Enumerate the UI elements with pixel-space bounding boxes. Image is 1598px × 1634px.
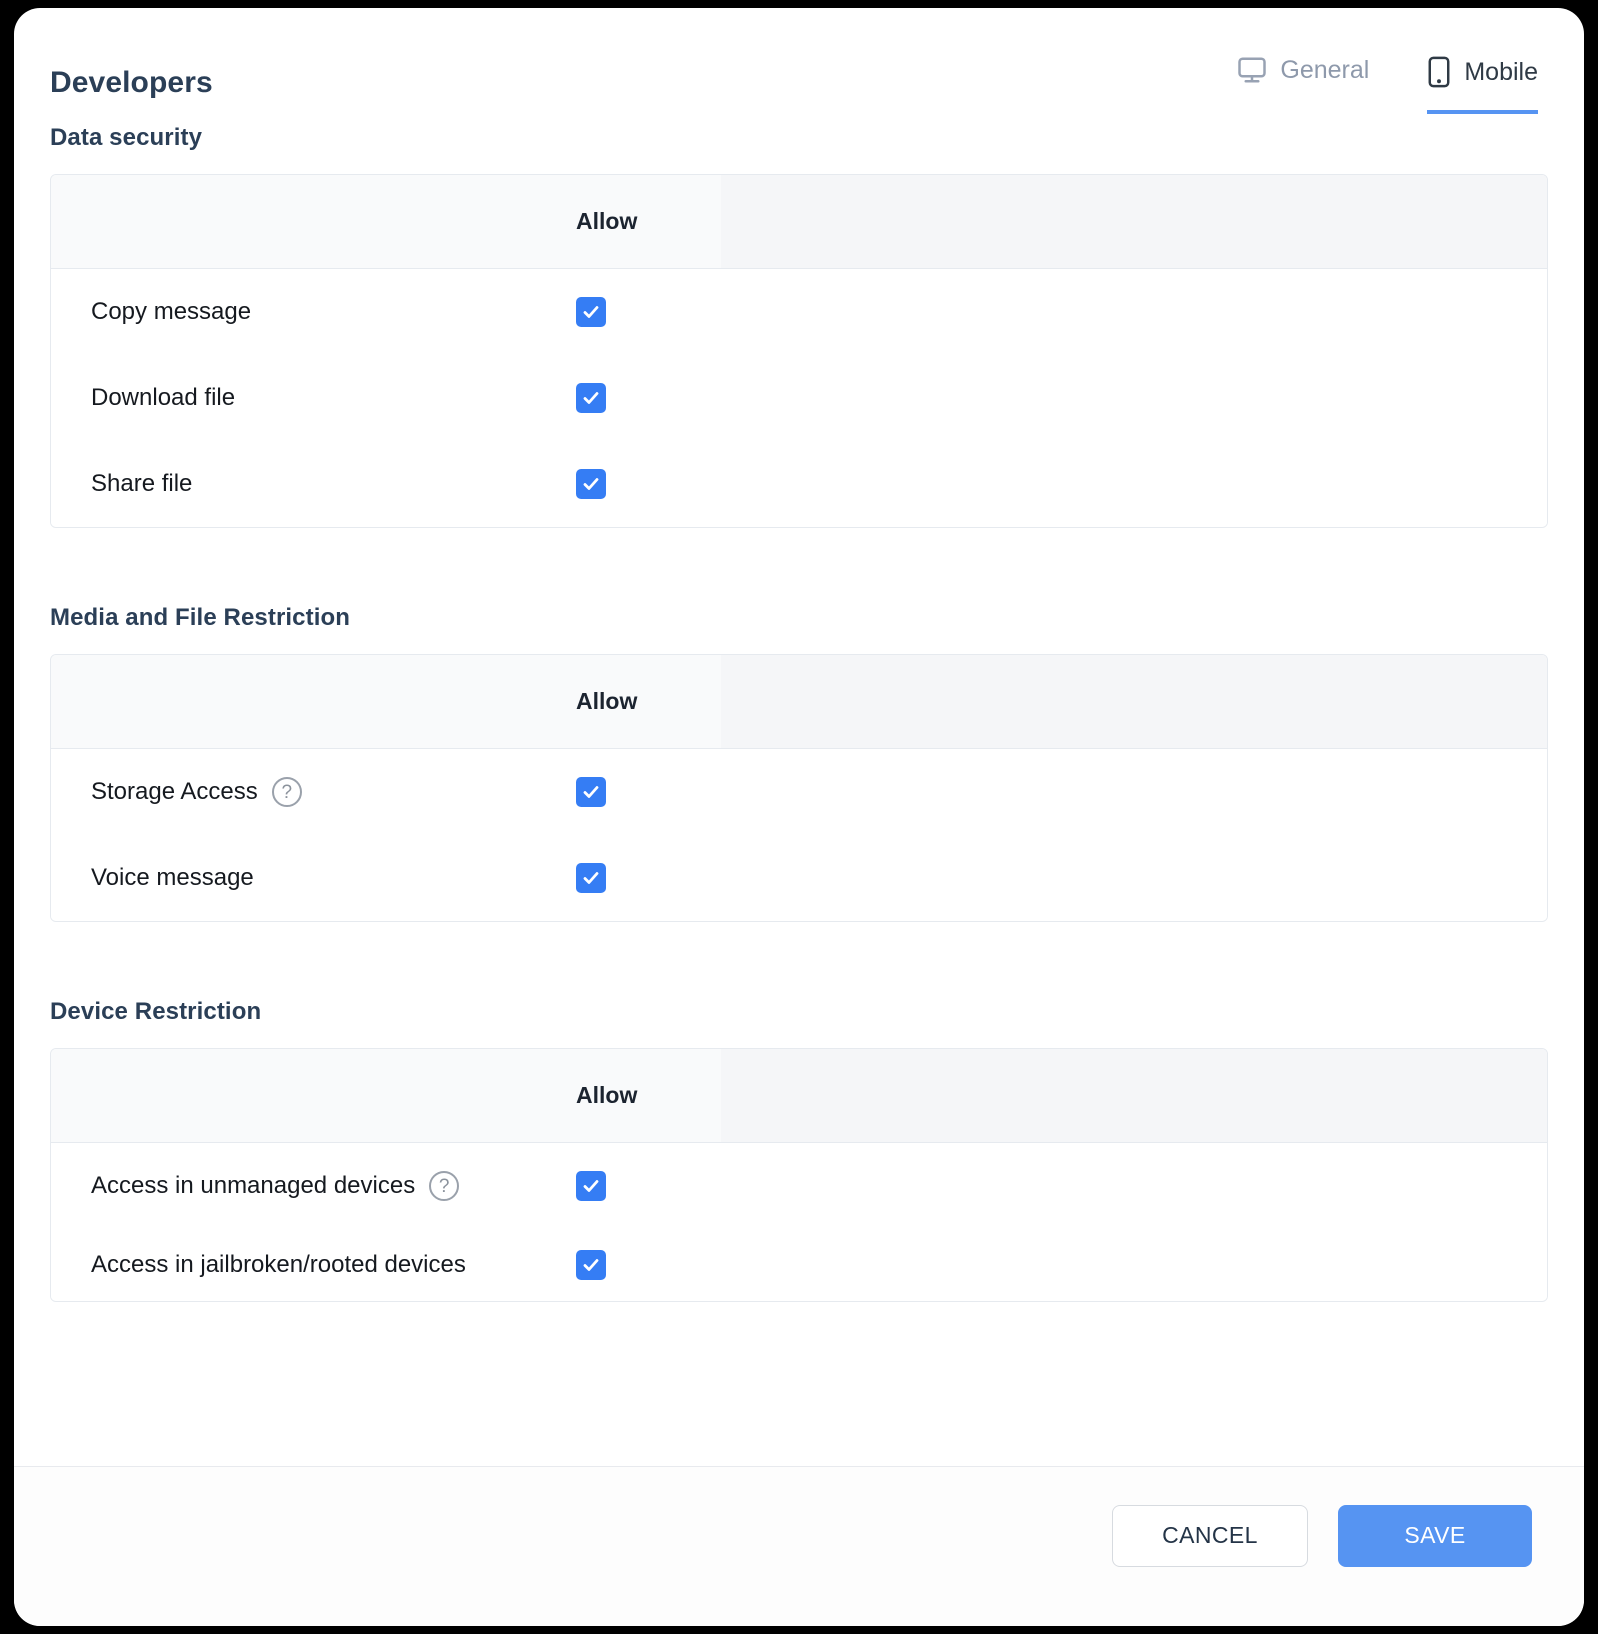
settings-modal: Developers General Mobile Data security … [14, 8, 1584, 1626]
section-title: Device Restriction [50, 998, 262, 1025]
desktop-monitor-icon [1237, 56, 1267, 84]
tab-mobile-label: Mobile [1464, 57, 1538, 86]
help-icon[interactable]: ? [271, 777, 302, 807]
row-label-text: Copy message [91, 298, 252, 325]
table-header-filler [721, 655, 1547, 748]
save-button[interactable]: SAVE [1338, 1504, 1532, 1567]
table-header-row: Allow [51, 655, 1547, 749]
table-row: Access in jailbroken/rooted devices [51, 1229, 1547, 1301]
modal-footer: CANCEL SAVE [14, 1466, 1584, 1626]
table-row: Download file [51, 355, 1547, 441]
table-header-allow: Allow [576, 688, 638, 714]
table-header-row: Allow [51, 175, 1547, 269]
allow-checkbox[interactable] [576, 469, 606, 499]
row-label: Voice message [51, 864, 576, 892]
section-title: Media and File Restriction [50, 604, 350, 631]
row-control [576, 383, 721, 413]
row-control [576, 863, 721, 893]
table-row: Share file [51, 441, 1547, 527]
settings-scroll-area[interactable]: Data security Allow Copy message Downloa… [14, 124, 1584, 1466]
table-header-filler [721, 1049, 1547, 1142]
table-row: Storage Access ? [51, 749, 1547, 835]
row-label-text: Share file [91, 470, 193, 497]
help-icon[interactable]: ? [429, 1171, 460, 1201]
table-header-allow: Allow [576, 1082, 638, 1108]
permissions-table: Allow Storage Access ? Voice message [50, 654, 1548, 922]
allow-checkbox[interactable] [576, 1171, 606, 1201]
allow-checkbox[interactable] [576, 383, 606, 413]
row-control [576, 297, 721, 327]
modal-header: Developers General Mobile [14, 8, 1584, 124]
row-label: Access in jailbroken/rooted devices [51, 1251, 576, 1279]
allow-checkbox[interactable] [576, 863, 606, 893]
allow-checkbox[interactable] [576, 297, 606, 327]
row-label: Storage Access ? [51, 777, 576, 807]
cancel-button[interactable]: CANCEL [1112, 1504, 1308, 1567]
row-label-text: Download file [91, 384, 236, 411]
page-title: Developers [50, 66, 213, 99]
table-header-row: Allow [51, 1049, 1547, 1143]
table-header-allow: Allow [576, 208, 638, 234]
table-row: Copy message [51, 269, 1547, 355]
row-label: Download file [51, 384, 576, 412]
table-row: Voice message [51, 835, 1547, 921]
row-label-text: Access in unmanaged devices [91, 1172, 416, 1199]
row-label: Share file [51, 470, 576, 498]
permissions-table: Allow Access in unmanaged devices ? Acce… [50, 1048, 1548, 1302]
section-media-file-restriction: Media and File Restriction Allow Storage… [50, 604, 1548, 922]
row-label-text: Voice message [91, 864, 254, 891]
table-header-filler [721, 175, 1547, 268]
section-data-security: Data security Allow Copy message Downloa… [50, 124, 1548, 528]
row-control [576, 1250, 721, 1280]
allow-checkbox[interactable] [576, 1250, 606, 1280]
mobile-phone-icon [1427, 56, 1451, 88]
table-row: Access in unmanaged devices ? [51, 1143, 1547, 1229]
row-label: Access in unmanaged devices ? [51, 1171, 576, 1201]
section-title: Data security [50, 124, 203, 151]
row-label-text: Storage Access [91, 778, 258, 805]
row-label: Copy message [51, 298, 576, 326]
tab-general-label: General [1280, 55, 1370, 84]
tab-mobile[interactable]: Mobile [1427, 56, 1538, 114]
section-device-restriction: Device Restriction Allow Access in unman… [50, 998, 1548, 1302]
tab-general[interactable]: General [1237, 56, 1369, 110]
row-control [576, 777, 721, 807]
permissions-table: Allow Copy message Download file Share f… [50, 174, 1548, 528]
tab-bar: General Mobile [1237, 56, 1538, 114]
row-label-text: Access in jailbroken/rooted devices [91, 1251, 466, 1278]
row-control [576, 469, 721, 499]
allow-checkbox[interactable] [576, 777, 606, 807]
row-control [576, 1171, 721, 1201]
